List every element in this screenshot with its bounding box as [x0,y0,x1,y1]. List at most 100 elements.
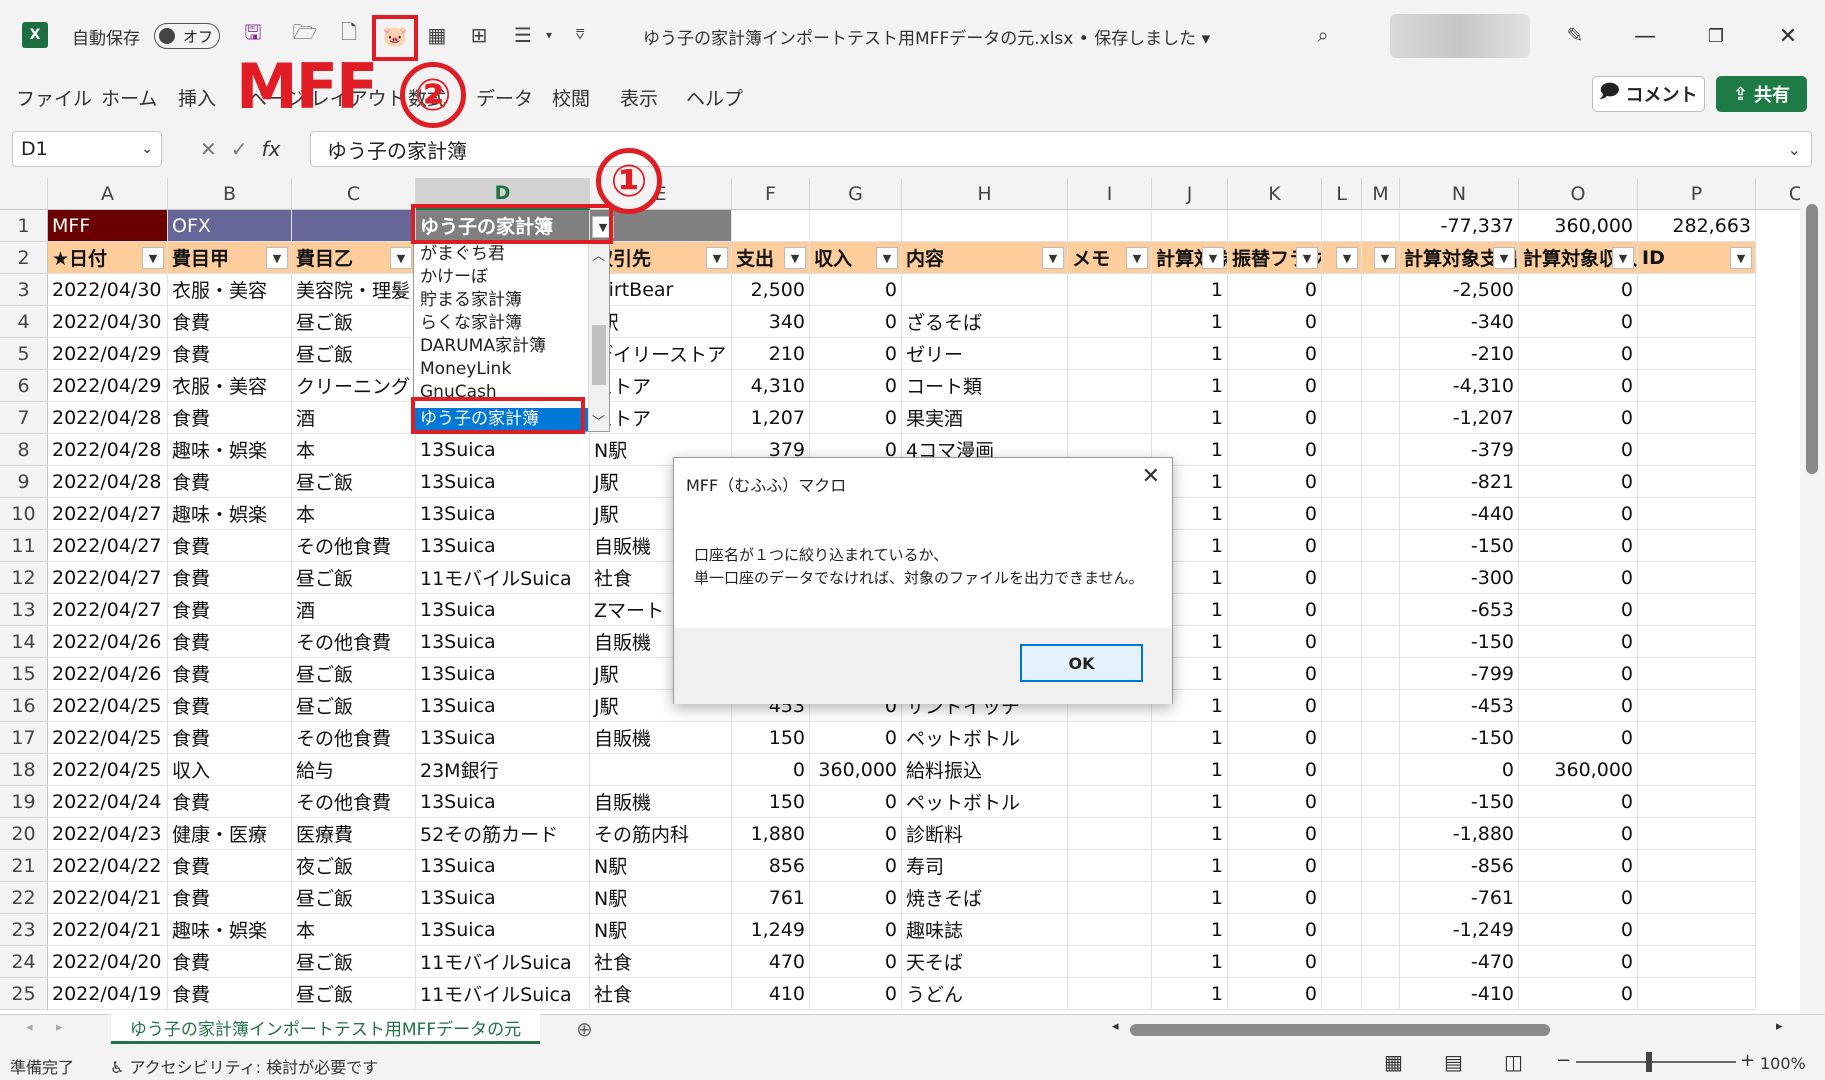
column-header-n[interactable]: N [1400,178,1519,210]
scroll-up-icon[interactable]: ︿ [592,245,605,264]
page-break-view-icon[interactable]: ◫ [1504,1050,1523,1074]
row-header[interactable]: 7 [0,402,48,434]
minimize-icon[interactable]: — [1625,18,1665,54]
cell[interactable] [1322,530,1362,562]
cell[interactable] [1362,754,1400,786]
cell[interactable] [590,754,732,786]
cell[interactable]: 2022/04/28 [48,402,168,434]
cell[interactable]: 給与 [292,754,416,786]
next-sheet-icon[interactable]: ▸ [56,1020,63,1035]
ok-button[interactable]: OK [1020,644,1143,682]
cell[interactable]: 0 [810,850,902,882]
select-all-corner[interactable] [0,178,48,210]
cell[interactable] [1362,882,1400,914]
cell[interactable]: 2022/04/27 [48,562,168,594]
cell[interactable] [1362,690,1400,722]
cell[interactable]: 1 [1152,786,1228,818]
cell[interactable]: 2022/04/25 [48,722,168,754]
cell[interactable]: 本 [292,434,416,466]
filter-dropdown-icon[interactable]: ▼ [876,247,898,269]
cell[interactable] [1362,786,1400,818]
cell[interactable] [1362,658,1400,690]
filter-dropdown-icon[interactable]: ▼ [1126,247,1148,269]
dropdown-option[interactable]: らくな家計簿 [414,312,609,335]
cell[interactable] [902,210,1068,242]
cell[interactable]: 4,310 [732,370,810,402]
cell[interactable] [1362,338,1400,370]
cell[interactable] [1322,946,1362,978]
account-avatar[interactable] [1390,14,1530,58]
cancel-icon[interactable]: ✕ [200,137,217,161]
open-folder-icon[interactable]: 🗁 [290,20,320,50]
row-header[interactable]: 17 [0,722,48,754]
cell[interactable]: -1,207 [1400,402,1519,434]
cell[interactable] [1362,562,1400,594]
cell[interactable] [1638,434,1756,466]
cell[interactable] [1322,882,1362,914]
cell[interactable] [1638,626,1756,658]
cell[interactable] [1068,338,1152,370]
cell[interactable] [1068,370,1152,402]
cell[interactable]: -379 [1400,434,1519,466]
cell[interactable]: 0 [1519,882,1638,914]
cell[interactable]: 0 [1228,434,1322,466]
cell[interactable]: -4,310 [1400,370,1519,402]
cell[interactable] [1322,690,1362,722]
row-header[interactable]: 23 [0,914,48,946]
cell[interactable] [1228,210,1322,242]
cell[interactable]: 1 [1152,306,1228,338]
cell[interactable]: 0 [1228,402,1322,434]
cell[interactable]: 1 [1152,402,1228,434]
cell[interactable]: -799 [1400,658,1519,690]
row-header[interactable]: 2 [0,242,48,274]
cell[interactable]: -150 [1400,786,1519,818]
row-header[interactable]: 6 [0,370,48,402]
cell[interactable]: 13Suica [416,466,590,498]
cell[interactable] [1638,882,1756,914]
cell[interactable] [1322,498,1362,530]
cell[interactable]: 1 [1152,914,1228,946]
cell[interactable]: その他食費 [292,530,416,562]
column-header-i[interactable]: I [1068,178,1152,210]
vertical-scrollbar[interactable] [1800,178,1825,1014]
cell[interactable]: 1 [1152,946,1228,978]
row-header[interactable]: 24 [0,946,48,978]
cell[interactable] [1638,530,1756,562]
cell[interactable]: 食費 [168,850,292,882]
cell[interactable]: 0 [1228,690,1322,722]
cell[interactable]: 寿司 [902,850,1068,882]
zoom-out-icon[interactable]: − [1556,1050,1571,1071]
row-header[interactable]: 22 [0,882,48,914]
cell[interactable]: 2022/04/27 [48,498,168,530]
cell[interactable]: 2,500 [732,274,810,306]
column-header-b[interactable]: B [168,178,292,210]
hierarchy-icon[interactable]: ⊞ [464,20,494,50]
cell[interactable]: 1 [1152,754,1228,786]
cell[interactable]: -653 [1400,594,1519,626]
cell[interactable]: その筋内科 [590,818,732,850]
cell[interactable] [1638,754,1756,786]
cell[interactable]: 0 [810,338,902,370]
cell[interactable] [1322,466,1362,498]
tab-data[interactable]: データ [476,84,533,111]
cell[interactable]: 1 [1152,850,1228,882]
row-header[interactable]: 13 [0,594,48,626]
cell[interactable]: 0 [1400,754,1519,786]
cell[interactable]: 0 [810,786,902,818]
cell[interactable]: 13Suica [416,786,590,818]
cell[interactable]: 0 [1228,754,1322,786]
cell[interactable]: 衣服・美容 [168,370,292,402]
cell[interactable] [1638,370,1756,402]
cell[interactable] [1638,818,1756,850]
cell[interactable] [810,210,902,242]
accessibility-status[interactable]: ♿ アクセシビリティ: 検討が必要です [110,1054,378,1078]
filter-dropdown-icon[interactable]: ▼ [1493,247,1515,269]
cell[interactable] [1152,210,1228,242]
cell[interactable] [1068,274,1152,306]
cell[interactable]: 0 [810,818,902,850]
tab-insert[interactable]: 挿入 [178,84,216,111]
column-header-p[interactable]: P [1638,178,1756,210]
cell[interactable]: -1,880 [1400,818,1519,850]
cell[interactable] [1322,786,1362,818]
cell[interactable]: -77,337 [1400,210,1519,242]
